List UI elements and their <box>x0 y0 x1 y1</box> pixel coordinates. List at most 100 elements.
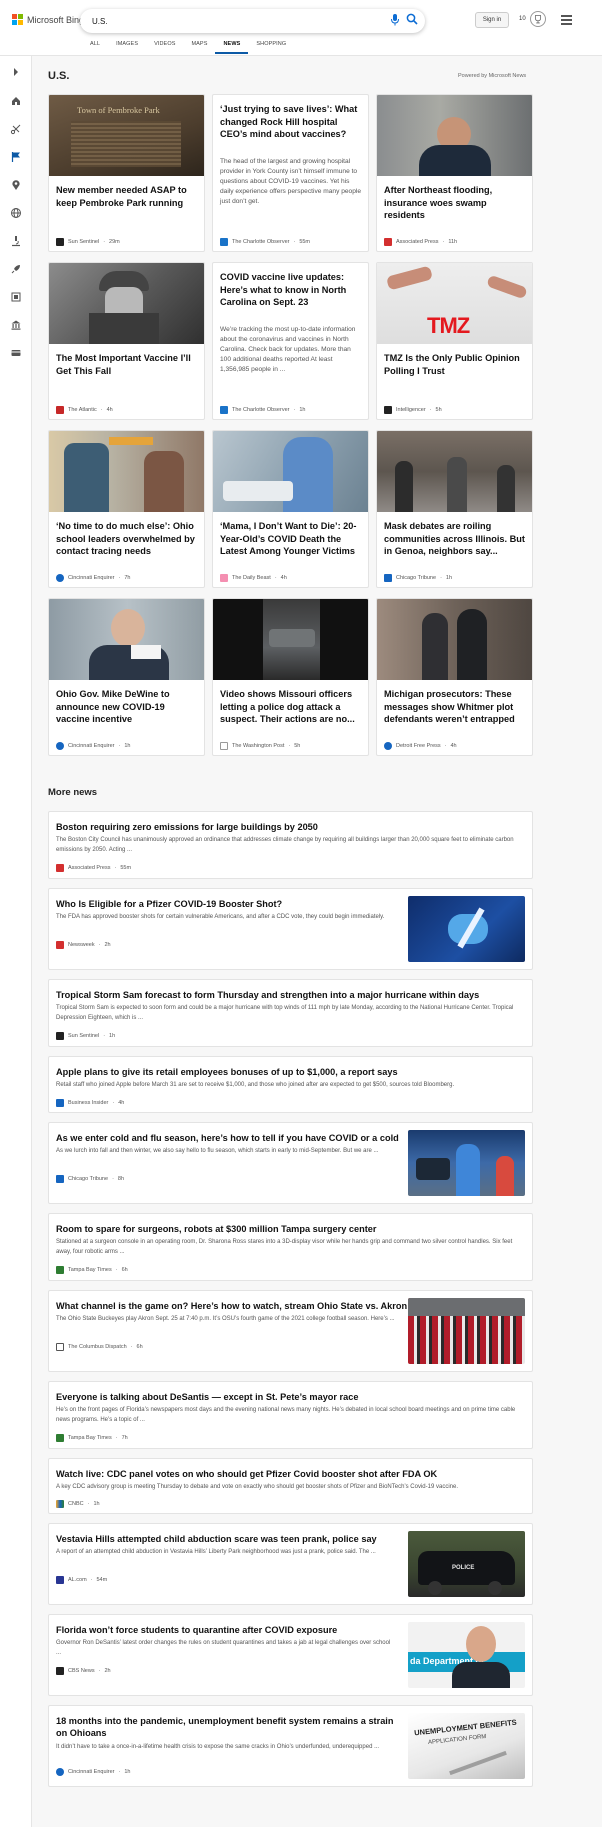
item-title[interactable]: Room to spare for surgeons, robots at $3… <box>56 1223 376 1235</box>
card-title[interactable]: Ohio Gov. Mike DeWine to announce new CO… <box>56 688 199 726</box>
microscope-icon[interactable] <box>10 235 22 247</box>
item-title[interactable]: Watch live: CDC panel votes on who shoul… <box>56 1468 437 1480</box>
item-source: Cincinnati Enquirer · 1h <box>56 1768 130 1776</box>
card-title[interactable]: Mask debates are roiling communities acr… <box>384 520 527 558</box>
search-input[interactable] <box>92 14 372 28</box>
news-card[interactable]: The Most Important Vaccine I’ll Get This… <box>48 262 205 420</box>
more-news-item[interactable]: As we enter cold and flu season, here’s … <box>48 1122 533 1204</box>
chevron-right-icon[interactable] <box>10 66 22 78</box>
microphone-icon[interactable] <box>390 14 400 26</box>
card-title[interactable]: The Most Important Vaccine I’ll Get This… <box>56 352 199 377</box>
tab-maps[interactable]: MAPS <box>183 38 215 54</box>
item-title[interactable]: Vestavia Hills attempted child abduction… <box>56 1533 377 1545</box>
form-subheading-text: APPLICATION FORM <box>427 1733 487 1747</box>
powered-by-text: Powered by Microsoft News <box>458 73 527 79</box>
credit-card-icon[interactable] <box>10 347 22 359</box>
news-card[interactable]: ‘Just trying to save lives’: What change… <box>212 94 369 252</box>
search-box[interactable] <box>80 9 425 33</box>
flag-icon[interactable] <box>10 151 22 163</box>
tab-images[interactable]: IMAGES <box>108 38 146 54</box>
news-card[interactable]: Ohio Gov. Mike DeWine to announce new CO… <box>48 598 205 756</box>
news-card[interactable]: Michigan prosecutors: These messages sho… <box>376 598 533 756</box>
rewards-trophy-icon[interactable] <box>530 11 546 27</box>
bing-logo[interactable]: Microsoft Bing <box>12 14 84 25</box>
more-news-item[interactable]: What channel is the game on? Here’s how … <box>48 1290 533 1372</box>
item-title[interactable]: Florida won’t force students to quaranti… <box>56 1624 337 1636</box>
more-news-item[interactable]: Everyone is talking about DeSantis — exc… <box>48 1381 533 1449</box>
bank-icon[interactable] <box>10 319 22 331</box>
film-icon[interactable] <box>10 291 22 303</box>
source-logo-icon <box>220 574 228 582</box>
more-news-item[interactable]: Vestavia Hills attempted child abduction… <box>48 1523 533 1605</box>
item-source: AL.com · 54m <box>56 1576 107 1584</box>
more-news-item[interactable]: Tropical Storm Sam forecast to form Thur… <box>48 979 533 1047</box>
source-logo-icon <box>56 1434 64 1442</box>
card-image-courthouse-men <box>377 599 532 680</box>
category-rail <box>0 56 32 1827</box>
card-title[interactable]: ‘Mama, I Don’t Want to Die’: 20-Year-Old… <box>220 520 363 558</box>
item-description: A key CDC advisory group is meeting Thur… <box>56 1484 458 1490</box>
card-title[interactable]: Michigan prosecutors: These messages sho… <box>384 688 527 726</box>
more-news-item[interactable]: Boston requiring zero emissions for larg… <box>48 811 533 879</box>
source-logo-icon <box>56 1768 64 1776</box>
item-title[interactable]: Apple plans to give its retail employees… <box>56 1066 398 1078</box>
more-news-item[interactable]: Florida won’t force students to quaranti… <box>48 1614 533 1696</box>
search-icon[interactable] <box>406 13 418 25</box>
card-title[interactable]: Video shows Missouri officers letting a … <box>220 688 363 726</box>
source-logo-icon <box>56 742 64 750</box>
tab-news[interactable]: NEWS <box>215 38 249 54</box>
card-title[interactable]: After Northeast flooding, insurance woes… <box>384 184 527 222</box>
news-card[interactable]: ‘No time to do much else’: Ohio school l… <box>48 430 205 588</box>
more-news-item[interactable]: Room to spare for surgeons, robots at $3… <box>48 1213 533 1281</box>
card-source: The Daily Beast · 4h <box>220 574 287 582</box>
card-title[interactable]: New member needed ASAP to keep Pembroke … <box>56 184 199 209</box>
more-news-item[interactable]: Who Is Eligible for a Pfizer COVID-19 Bo… <box>48 888 533 970</box>
tab-shopping[interactable]: SHOPPING <box>248 38 294 54</box>
more-news-item[interactable]: Watch live: CDC panel votes on who shoul… <box>48 1458 533 1514</box>
item-source: CNBC · 1h <box>56 1500 100 1508</box>
home-icon[interactable] <box>10 95 22 107</box>
news-card[interactable]: Town of Pembroke Park New member needed … <box>48 94 205 252</box>
news-card[interactable]: Mask debates are roiling communities acr… <box>376 430 533 588</box>
scissors-icon[interactable] <box>10 123 22 135</box>
item-title[interactable]: What channel is the game on? Here’s how … <box>56 1300 407 1312</box>
card-title[interactable]: TMZ Is the Only Public Opinion Polling I… <box>384 352 527 377</box>
card-source: The Washington Post · 5h <box>220 742 300 750</box>
globe-icon[interactable] <box>10 207 22 219</box>
item-source: The Columbus Dispatch · 6h <box>56 1343 143 1351</box>
card-title[interactable]: ‘No time to do much else’: Ohio school l… <box>56 520 199 558</box>
item-source: Chicago Tribune · 8h <box>56 1175 124 1183</box>
source-logo-icon <box>384 742 392 750</box>
item-description: Stationed at a surgeon console in an ope… <box>56 1239 513 1255</box>
news-card[interactable]: After Northeast flooding, insurance woes… <box>376 94 533 252</box>
sign-in-button[interactable]: Sign in <box>475 12 509 28</box>
tab-videos[interactable]: VIDEOS <box>146 38 183 54</box>
logo-text: Microsoft Bing <box>27 14 85 25</box>
news-card[interactable]: COVID vaccine live updates: Here’s what … <box>212 262 369 420</box>
item-source: Tampa Bay Times · 7h <box>56 1434 128 1442</box>
item-title[interactable]: Who Is Eligible for a Pfizer COVID-19 Bo… <box>56 898 282 910</box>
item-title[interactable]: As we enter cold and flu season, here’s … <box>56 1132 399 1144</box>
item-description: Governor Ron DeSantis’ latest order chan… <box>56 1640 391 1656</box>
news-card[interactable]: Video shows Missouri officers letting a … <box>212 598 369 756</box>
card-title[interactable]: COVID vaccine live updates: Here’s what … <box>220 271 363 309</box>
item-title[interactable]: Boston requiring zero emissions for larg… <box>56 821 318 833</box>
source-logo-icon <box>384 238 392 246</box>
card-title[interactable]: ‘Just trying to save lives’: What change… <box>220 103 363 141</box>
news-card[interactable]: ‘Mama, I Don’t Want to Die’: 20-Year-Old… <box>212 430 369 588</box>
item-title[interactable]: Everyone is talking about DeSantis — exc… <box>56 1391 358 1403</box>
more-news-item[interactable]: Apple plans to give its retail employees… <box>48 1056 533 1113</box>
item-source: CBS News · 2h <box>56 1667 111 1675</box>
item-title[interactable]: 18 months into the pandemic, unemploymen… <box>56 1715 401 1739</box>
item-title[interactable]: Tropical Storm Sam forecast to form Thur… <box>56 989 479 1001</box>
hamburger-menu-icon[interactable] <box>561 15 572 25</box>
rewards-count[interactable]: 10 <box>519 16 526 22</box>
rocket-icon[interactable] <box>10 263 22 275</box>
location-pin-icon[interactable] <box>10 179 22 191</box>
item-source: Sun Sentinel · 1h <box>56 1032 115 1040</box>
card-image-mall-shoppers <box>377 431 532 512</box>
tab-all[interactable]: ALL <box>82 38 108 54</box>
more-news-item[interactable]: 18 months into the pandemic, unemploymen… <box>48 1705 533 1787</box>
news-card[interactable]: TMZ TMZ Is the Only Public Opinion Polli… <box>376 262 533 420</box>
item-description: It didn’t have to take a once-in-a-lifet… <box>56 1744 380 1750</box>
